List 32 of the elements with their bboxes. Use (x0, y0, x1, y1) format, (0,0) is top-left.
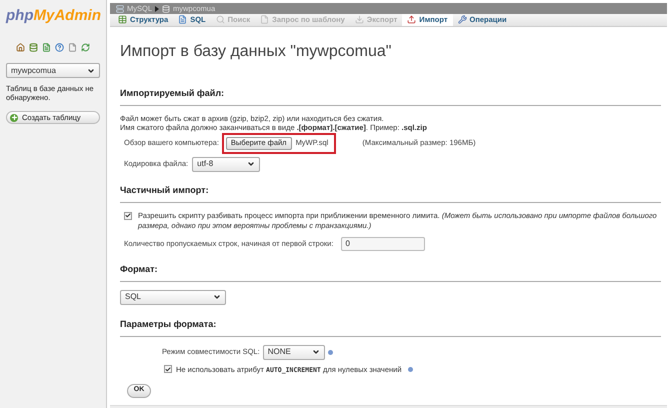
database-icon[interactable] (29, 43, 38, 52)
home-icon[interactable] (16, 43, 25, 52)
skip-rows-field[interactable]: 0 (341, 236, 426, 250)
checkbox[interactable] (124, 212, 132, 220)
dropdown-caret-icon (213, 293, 221, 301)
dropdown-caret-icon (312, 348, 320, 356)
wrench-icon (458, 15, 467, 24)
dropdown-caret-icon (87, 66, 95, 74)
section-heading: Параметры формата: (120, 318, 216, 328)
format-select[interactable]: SQL (120, 290, 226, 304)
document-icon (178, 15, 188, 24)
file-icon (260, 15, 270, 24)
page-title: Импорт в базу данных "mywpcomua" (120, 44, 392, 60)
logo: phpMyAdmin (6, 8, 100, 23)
compatibility-select[interactable]: NONE (262, 344, 325, 360)
section-heading: Частичный импорт: (120, 184, 209, 194)
dropdown-caret-icon (247, 160, 256, 168)
reload-icon[interactable] (81, 43, 90, 52)
file-icon[interactable] (68, 43, 77, 52)
plus-icon (10, 114, 18, 122)
download-icon (354, 15, 364, 24)
encoding-select[interactable]: utf-8 (192, 156, 260, 172)
database-icon (162, 4, 170, 13)
table-icon (118, 15, 127, 24)
magnifier-icon (216, 15, 225, 24)
checkbox[interactable] (164, 365, 172, 374)
section-heading: Импортируемый файл: (120, 88, 224, 98)
section-heading: Формат: (120, 264, 158, 274)
document-icon[interactable] (42, 43, 51, 52)
database-select[interactable]: mywpcomua (6, 63, 100, 78)
server-icon (116, 4, 124, 13)
upload-icon (407, 15, 416, 24)
